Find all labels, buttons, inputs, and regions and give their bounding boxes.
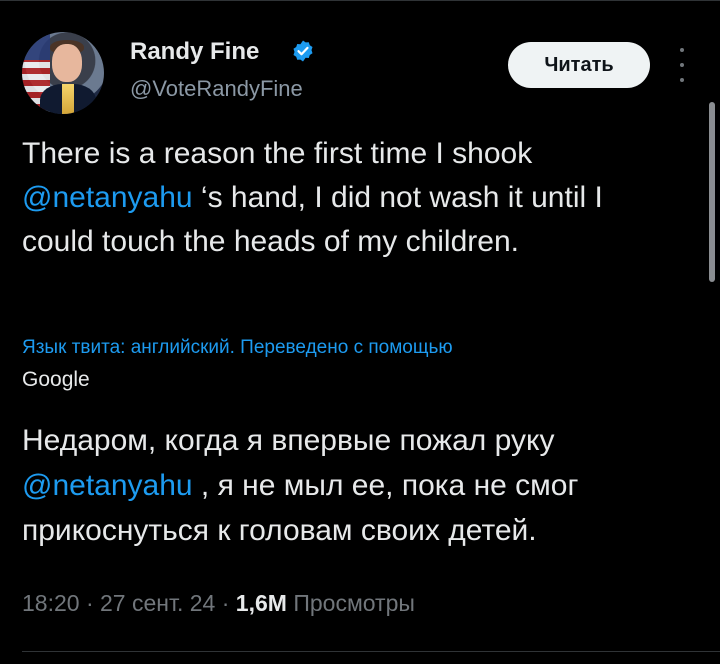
tweet-text-part1: There is a reason the first time I shook — [22, 137, 533, 170]
top-divider — [0, 0, 720, 1]
tweet-meta: 18:20 · 27 сент. 24 · 1,6M Просмотры — [22, 590, 415, 617]
verified-badge-icon — [293, 40, 313, 62]
avatar[interactable] — [22, 32, 104, 114]
read-button[interactable]: Читать — [508, 42, 650, 88]
views-count: 1,6M — [235, 590, 287, 616]
views-label: Просмотры — [286, 590, 415, 616]
meta-separator: · — [79, 590, 101, 616]
scrollbar[interactable] — [709, 102, 715, 282]
meta-separator: · — [215, 590, 236, 616]
avatar-tie — [62, 84, 74, 114]
translation-note-link[interactable]: Язык твита: английский. Переведено с пом… — [22, 336, 682, 360]
tweet-text: There is a reason the first time I shook… — [22, 132, 682, 264]
google-logo: Google — [22, 368, 90, 391]
translated-text: Недаром, когда я впервые пожал руку @net… — [22, 418, 702, 553]
author-handle[interactable]: @VoteRandyFine — [130, 76, 303, 102]
tweet-time[interactable]: 18:20 — [22, 590, 80, 616]
translated-text-part1: Недаром, когда я впервые пожал руку — [22, 424, 555, 457]
more-options-icon[interactable] — [676, 48, 688, 82]
avatar-face — [52, 44, 82, 82]
bottom-divider — [22, 651, 720, 652]
tweet-date[interactable]: 27 сент. 24 — [100, 590, 215, 616]
author-name[interactable]: Randy Fine — [130, 38, 259, 66]
mention-link[interactable]: @netanyahu — [22, 181, 193, 214]
translated-mention-link[interactable]: @netanyahu — [22, 469, 193, 502]
